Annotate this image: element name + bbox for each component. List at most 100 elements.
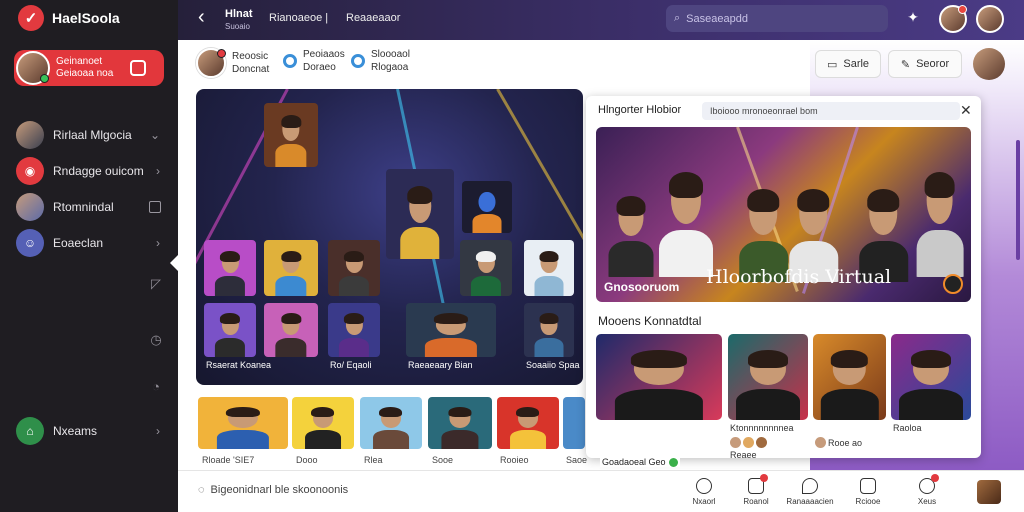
share-button[interactable]: ▭ Sarle: [815, 50, 881, 78]
thumbnail[interactable]: [292, 397, 354, 449]
thumbnail[interactable]: [198, 397, 288, 449]
nav-live[interactable]: Roanol: [736, 474, 776, 506]
nav-label: Rciooe: [855, 497, 881, 506]
participant-tile[interactable]: [406, 303, 496, 357]
sidebar-item-label: Rirlaal Mlgocia: [53, 128, 132, 142]
profile-thumbnail[interactable]: [977, 480, 1001, 504]
user-avatar-icon: [16, 193, 44, 221]
featured-video[interactable]: Gnosooruom Hloorbofdis Virtual: [596, 127, 971, 302]
sidebar-item-4[interactable]: ☺ Eoaeclan ›: [16, 228, 166, 258]
page-subtitle: Suoaio: [225, 22, 250, 31]
sidebar-item-2[interactable]: ◉ Rndagge ouicom ›: [16, 156, 166, 186]
story-item-2[interactable]: Peoiaaos Doraeo: [283, 48, 345, 74]
viewer-avatar[interactable]: [973, 48, 1005, 80]
card-stat-text: Rooe ao: [828, 437, 863, 448]
home-icon: ⌂: [16, 417, 44, 445]
participant-tile[interactable]: [460, 240, 512, 296]
sidebar-item-1[interactable]: Rirlaal Mlgocia ⌄: [16, 120, 166, 150]
notification-badge: [931, 474, 939, 482]
performer: [736, 167, 791, 282]
panel-title: Hlngorter Hlobior: [598, 104, 682, 116]
thumbnail-label: Rlea: [364, 455, 383, 465]
card-stats: Rooe ao: [815, 437, 862, 448]
story-sub: Doraeo: [303, 62, 336, 73]
story-name: Peoiaaos: [303, 49, 345, 60]
thumbnail-label: Sooe: [432, 455, 454, 465]
sidebar-item-5[interactable]: ⌂ Nxeams ›: [16, 416, 166, 446]
clock-icon[interactable]: ◔: [148, 379, 164, 395]
host-tile[interactable]: [386, 169, 454, 259]
participant-tile[interactable]: [524, 240, 574, 296]
participant-tile[interactable]: [204, 240, 256, 296]
record-icon[interactable]: [130, 60, 146, 76]
thumbnail[interactable]: [428, 397, 492, 449]
avatar-chip: [756, 437, 767, 448]
profile-card[interactable]: Geinanoet Geiaoaa noa: [14, 50, 164, 86]
section-title: Mooens Konnatdtal: [598, 314, 702, 328]
close-icon[interactable]: ✕: [960, 102, 972, 119]
profile-name: Geinanoet: [56, 56, 103, 67]
performer-card[interactable]: [728, 334, 808, 420]
send-button-label: Seoror: [916, 58, 950, 70]
app-name: HaelSoola: [52, 10, 120, 26]
participant-tile[interactable]: [462, 181, 512, 233]
account-avatar[interactable]: [976, 5, 1004, 33]
brand[interactable]: ✓ HaelSoola: [18, 5, 120, 31]
participant-tile[interactable]: [328, 303, 380, 357]
participant-tile[interactable]: [328, 240, 380, 296]
nav-users[interactable]: Xeus: [907, 474, 947, 506]
compose-input[interactable]: ◌ Bigeonidnarl ble skoonoonis: [198, 484, 348, 496]
avatar-chip: [815, 437, 826, 448]
nav-label: Xeus: [917, 497, 937, 506]
nav-home[interactable]: Nxaorl: [684, 478, 724, 506]
sidebar-item-label: Rndagge ouicom: [53, 164, 144, 178]
thumbnail-label: Rloade 'SIE7: [202, 455, 255, 465]
avatar-chip: [730, 437, 741, 448]
performer-card[interactable]: [891, 334, 971, 420]
thumbnail-label: Saoe: [566, 455, 588, 465]
performer-card[interactable]: [813, 334, 886, 420]
search-input[interactable]: ⌕ Saseaeapdd: [666, 5, 888, 32]
story-item-1[interactable]: Reoosic Doncnat: [196, 48, 269, 78]
participant-tile[interactable]: [204, 303, 256, 357]
thumbnail[interactable]: [360, 397, 422, 449]
user-avatar-icon: [16, 121, 44, 149]
check-logo-icon: ✓: [18, 5, 44, 31]
story-sub: Rlogaoa: [371, 62, 409, 73]
nav-saved[interactable]: Rciooe: [848, 478, 888, 506]
broadcast-icon: ◉: [16, 157, 44, 185]
user-avatar[interactable]: [939, 5, 967, 33]
panel-tag[interactable]: Iboiooo mronoeonrael bom: [702, 102, 960, 120]
nav-likes[interactable]: Ranaaaacien: [786, 478, 834, 506]
nav-link-2[interactable]: Reaaeaaor: [346, 12, 400, 24]
card-name: Goadaoeal Geo: [602, 457, 666, 467]
main-video-card[interactable]: Rsaerat Koanea Ro/ Eqaoli Raeaeaary Bian…: [196, 89, 583, 385]
microphone-icon[interactable]: [943, 274, 963, 294]
performer-card[interactable]: [596, 334, 722, 420]
thumbnail[interactable]: [497, 397, 559, 449]
sidebar-item-3[interactable]: Rtomnindal: [16, 192, 166, 222]
checkbox-icon[interactable]: [149, 201, 161, 213]
story-name: Reoosic: [232, 51, 269, 62]
scrollbar[interactable]: [1016, 140, 1020, 260]
card-name: Raoloa: [893, 423, 922, 433]
participant-tile[interactable]: [264, 303, 318, 357]
puzzle-icon[interactable]: ✦: [904, 9, 922, 27]
chevron-right-icon: ›: [156, 236, 160, 250]
send-button[interactable]: ✎ Seoror: [888, 50, 962, 78]
thumbnail[interactable]: [563, 397, 585, 449]
feature-title: Hloorbofdis Virtual: [706, 266, 892, 288]
tile-caption: Raeaeaary Bian: [408, 360, 473, 370]
participant-tile[interactable]: [264, 240, 318, 296]
back-arrow-icon[interactable]: ‹: [198, 6, 205, 29]
bell-icon[interactable]: ◸: [148, 276, 164, 292]
participant-tile[interactable]: [264, 103, 318, 167]
participant-tile[interactable]: [524, 303, 574, 357]
card-name: Ktonnnnnnnnea: [730, 423, 794, 433]
story-item-3[interactable]: Sloooaol Rlogaoa: [351, 48, 410, 74]
history-icon[interactable]: ◷: [148, 332, 164, 348]
thumbnail-label: Rooieo: [500, 455, 529, 465]
tile-caption: Soaaiio Spaa: [526, 360, 580, 370]
nav-link-1[interactable]: Rianoaeoe |: [269, 12, 328, 24]
chevron-right-icon: ›: [156, 164, 160, 178]
